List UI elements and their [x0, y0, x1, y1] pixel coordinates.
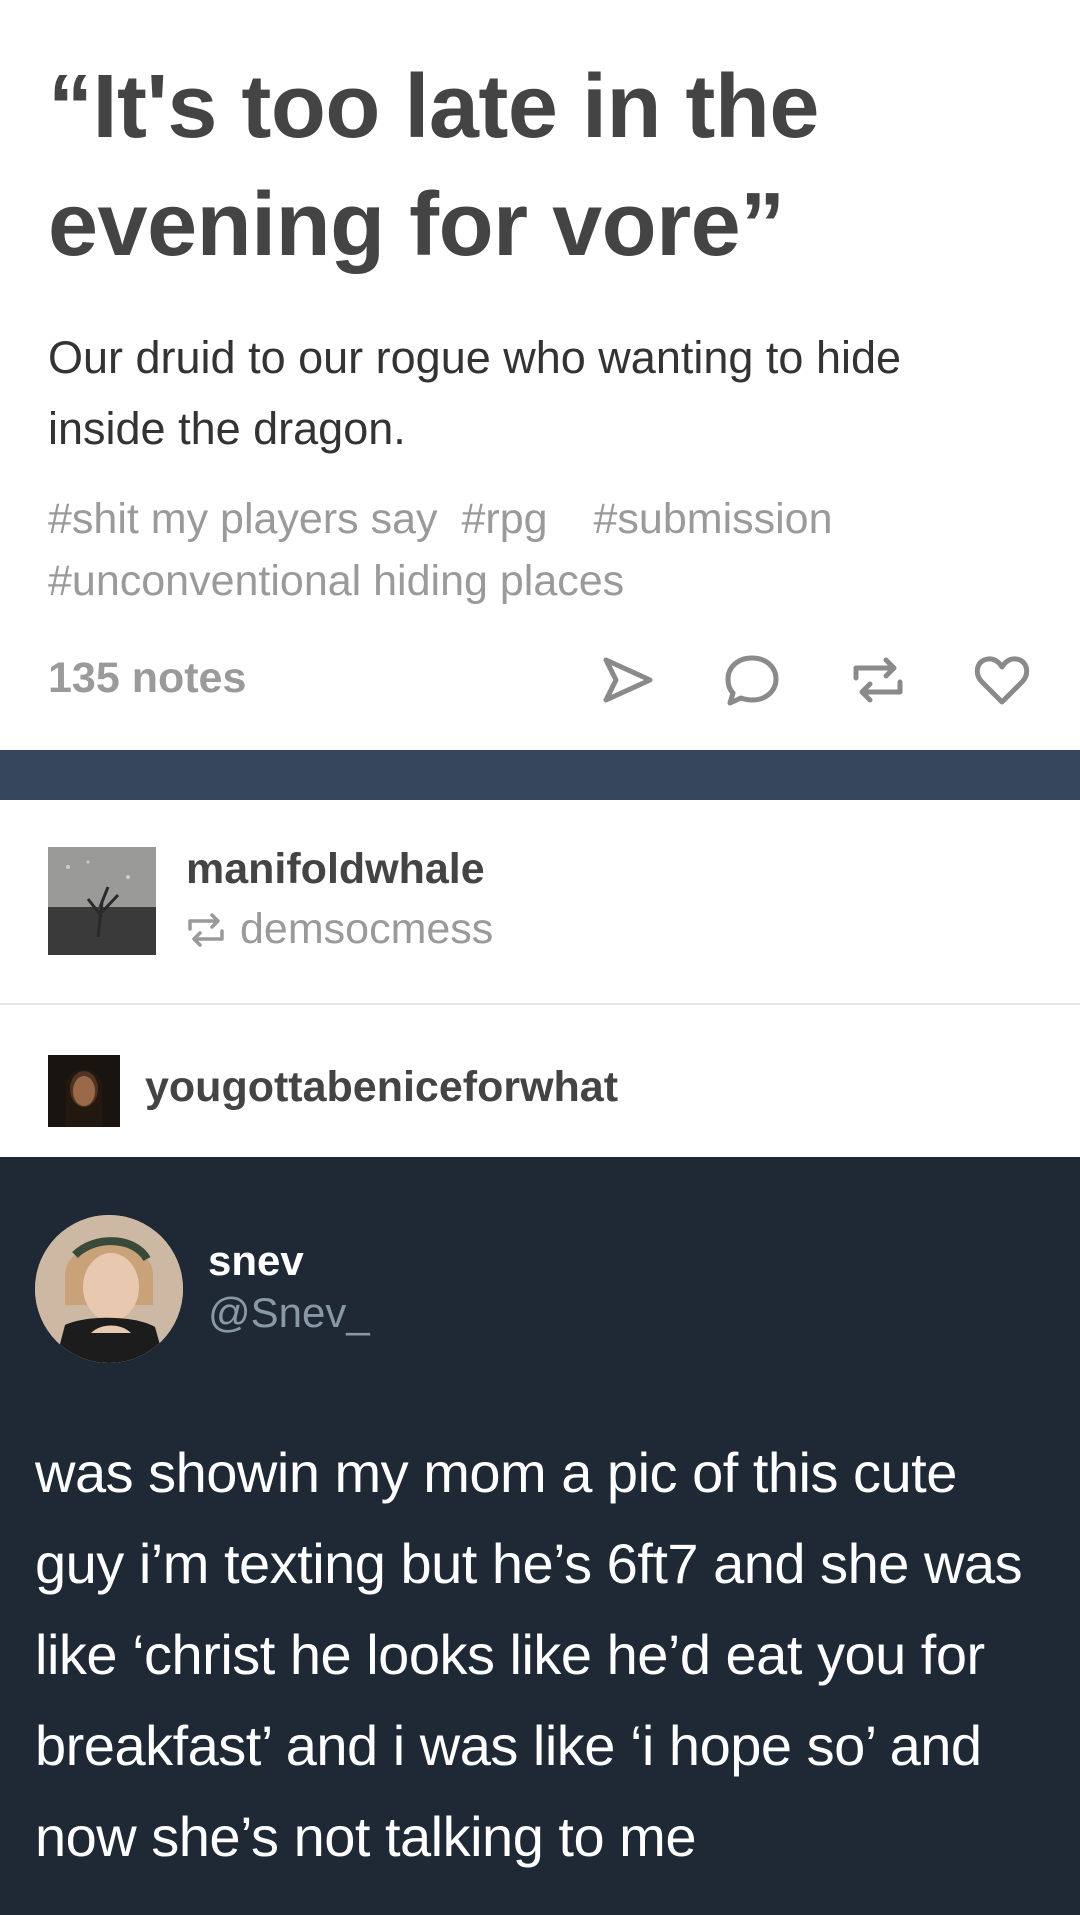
- tweet-display-name: snev: [208, 1237, 304, 1284]
- avatar[interactable]: [48, 847, 156, 955]
- heart-icon[interactable]: [972, 650, 1032, 710]
- notes-count[interactable]: 135 notes: [48, 654, 246, 703]
- reblog-username[interactable]: manifoldwhale: [186, 845, 485, 894]
- post-divider: [0, 750, 1080, 800]
- post-card: “It's too late in the evening for vore” …: [0, 0, 1080, 750]
- avatar[interactable]: [48, 1055, 120, 1127]
- reblog-trail-header: yougottabeniceforwhat: [0, 1007, 1080, 1157]
- post-title: “It's too late in the evening for vore”: [48, 57, 819, 275]
- reblog-source[interactable]: demsocmess: [186, 905, 493, 954]
- post-footer: 135 notes: [48, 650, 1038, 710]
- send-icon[interactable]: [598, 650, 658, 710]
- reblog-header: manifoldwhale demsocmess: [0, 800, 1080, 1005]
- post-tags: #shit my players say #rpg #submission #u…: [48, 488, 1028, 612]
- tag-link[interactable]: #submission: [594, 495, 833, 543]
- avatar: [35, 1215, 183, 1363]
- reblog-icon: [188, 912, 224, 947]
- tag-link[interactable]: #rpg: [461, 495, 547, 543]
- trail-username[interactable]: yougottabeniceforwhat: [145, 1063, 618, 1112]
- tag-link[interactable]: #unconventional hiding places: [48, 557, 624, 605]
- tweet-handle: @Snev_: [208, 1289, 370, 1336]
- tweet-screenshot: snev @Snev_ was showin my mom a pic of t…: [0, 1157, 1080, 1915]
- reblog-source-name: demsocmess: [240, 905, 494, 953]
- post-body: Our druid to our rogue who wanting to hi…: [48, 332, 902, 454]
- tweet-text: was showin my mom a pic of this cute guy…: [35, 1441, 1023, 1868]
- reblog-icon[interactable]: [848, 650, 908, 710]
- tag-link[interactable]: #shit my players say: [48, 495, 438, 543]
- comment-icon[interactable]: [722, 650, 782, 710]
